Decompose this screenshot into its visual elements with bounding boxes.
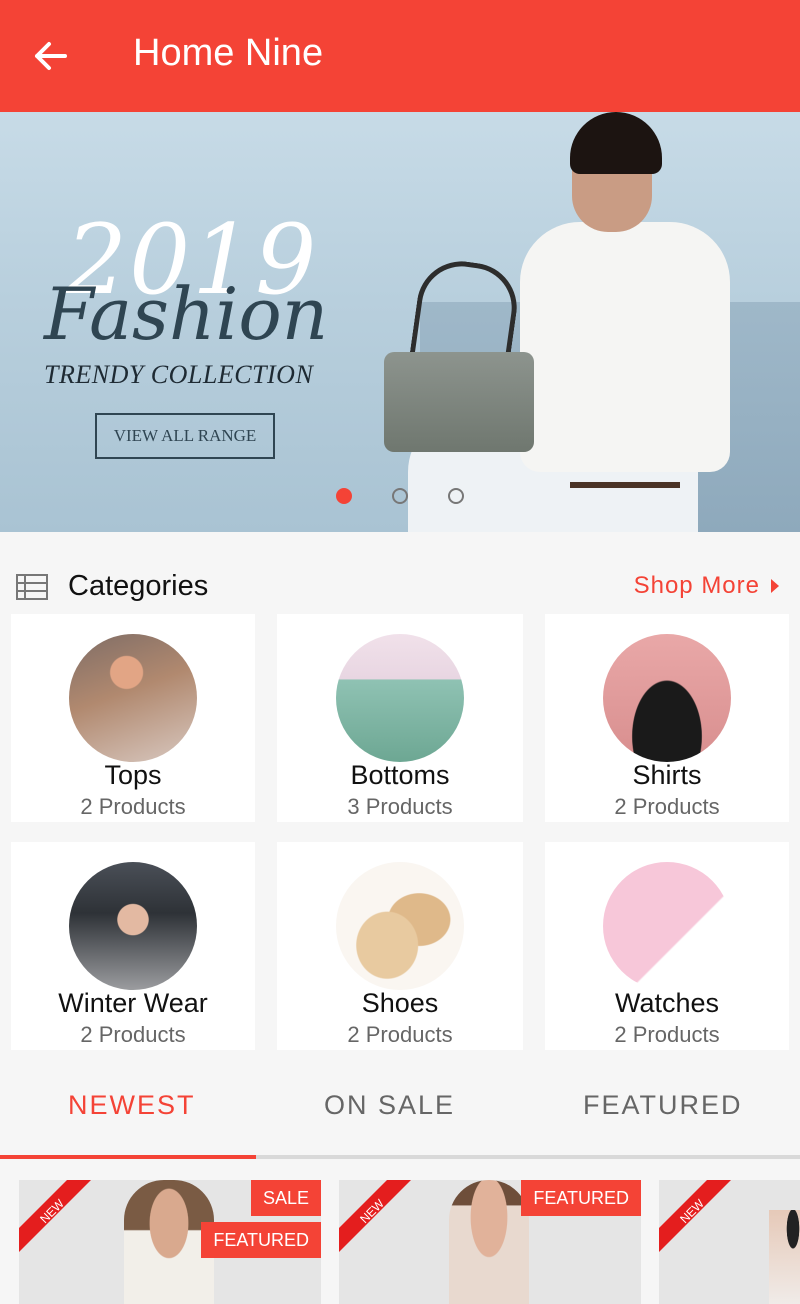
carousel-dot-3[interactable] — [448, 488, 464, 504]
category-name: Bottoms — [350, 760, 450, 790]
category-name: Shirts — [632, 760, 702, 790]
view-all-range-button[interactable]: VIEW ALL RANGE — [95, 413, 275, 459]
tab-on-sale[interactable]: ON SALE — [324, 1090, 455, 1121]
product-card-1[interactable]: NEW SALE FEATURED — [19, 1180, 321, 1304]
product-tabs: NEWEST ON SALE FEATURED — [0, 1052, 800, 1160]
category-card-shirts[interactable]: Shirts 2 Products — [545, 614, 789, 822]
category-image-shoes — [336, 862, 464, 990]
featured-badge: FEATURED — [521, 1180, 641, 1216]
app-bar: Home Nine — [0, 0, 800, 112]
banner-subheadline: TRENDY COLLECTION — [44, 360, 314, 389]
banner-model-body — [520, 222, 730, 472]
category-card-shoes[interactable]: Shoes 2 Products — [277, 842, 523, 1050]
category-name: Winter Wear — [58, 988, 208, 1018]
featured-badge: FEATURED — [201, 1222, 321, 1258]
category-count: 2 Products — [347, 1022, 453, 1047]
category-count: 3 Products — [347, 794, 453, 819]
tab-newest[interactable]: NEWEST — [68, 1090, 196, 1121]
categories-header: Categories Shop More — [0, 560, 800, 612]
page-title: Home Nine — [133, 32, 324, 74]
back-button[interactable] — [24, 30, 76, 82]
product-card-3[interactable]: NEW — [659, 1180, 800, 1304]
caret-right-icon — [771, 579, 779, 593]
banner-model-hair — [570, 112, 662, 174]
banner-handbag — [384, 352, 534, 452]
product-image — [769, 1210, 800, 1304]
carousel-dot-2[interactable] — [392, 488, 408, 504]
tab-active-indicator — [0, 1155, 256, 1159]
category-card-winter-wear[interactable]: Winter Wear 2 Products — [11, 842, 255, 1050]
category-count: 2 Products — [614, 1022, 720, 1047]
category-count: 2 Products — [80, 1022, 186, 1047]
category-image-bottoms — [336, 634, 464, 762]
shop-more-label: Shop More — [633, 572, 760, 599]
tab-indicator-track — [0, 1155, 800, 1159]
hero-banner[interactable]: 2019 Fashion TRENDY COLLECTION VIEW ALL … — [0, 112, 800, 532]
new-ribbon: NEW — [19, 1180, 91, 1252]
tab-featured[interactable]: FEATURED — [583, 1090, 743, 1121]
category-card-watches[interactable]: Watches 2 Products — [545, 842, 789, 1050]
product-card-2[interactable]: NEW FEATURED — [339, 1180, 641, 1304]
shop-more-link[interactable]: Shop More — [634, 572, 780, 600]
sale-badge: SALE — [250, 1180, 321, 1216]
new-ribbon: NEW — [659, 1180, 731, 1252]
category-card-bottoms[interactable]: Bottoms 3 Products — [277, 614, 523, 822]
category-count: 2 Products — [614, 794, 720, 819]
list-icon — [16, 574, 48, 600]
category-image-shirts — [603, 634, 731, 762]
categories-title: Categories — [68, 570, 209, 602]
carousel-indicator — [0, 488, 800, 504]
category-image-watches — [603, 862, 731, 990]
arrow-left-icon — [35, 42, 67, 70]
category-name: Watches — [614, 988, 720, 1018]
category-count: 2 Products — [80, 794, 186, 819]
category-name: Shoes — [361, 988, 439, 1018]
category-name: Tops — [104, 760, 162, 790]
new-ribbon: NEW — [339, 1180, 411, 1252]
banner-headline: Fashion — [44, 272, 329, 356]
category-image-winter-wear — [69, 862, 197, 990]
category-image-tops — [69, 634, 197, 762]
product-image — [449, 1180, 529, 1304]
carousel-dot-1[interactable] — [336, 488, 352, 504]
category-card-tops[interactable]: Tops 2 Products — [11, 614, 255, 822]
